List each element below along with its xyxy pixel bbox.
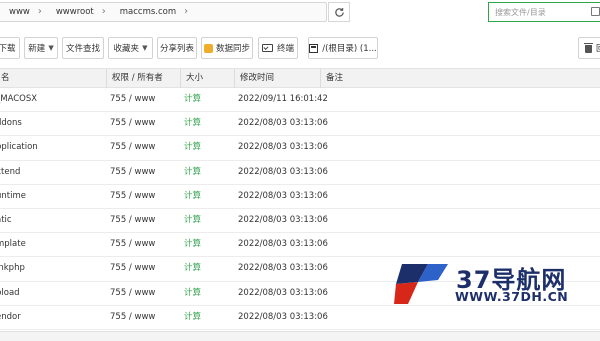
file-perm[interactable]: 755 / www	[110, 209, 155, 232]
calc-size-link[interactable]: 计算	[184, 112, 201, 135]
search-icon[interactable]	[591, 7, 600, 16]
terminal-label: 终端	[276, 44, 294, 54]
root-dir-button[interactable]: /(根目录) (1...	[308, 37, 378, 59]
file-search-label: 文件查找	[65, 44, 100, 54]
new-button[interactable]: 新建 ▼	[24, 37, 58, 59]
file-mtime: 2022/08/03 03:13:06	[238, 142, 328, 153]
chevron-right-icon: ›	[37, 6, 42, 17]
breadcrumb-item-www[interactable]: www ›	[9, 6, 42, 18]
favorites-button[interactable]: 收藏夹 ▼	[108, 37, 153, 59]
header-mtime[interactable]: 修改时间	[234, 69, 320, 88]
refresh-button[interactable]	[328, 2, 350, 22]
sync-icon	[203, 43, 213, 53]
refresh-icon	[334, 7, 344, 17]
table-row[interactable]: ddons 755 / www 计算 2022/08/03 03:13:06	[0, 112, 600, 137]
file-perm[interactable]: 755 / www	[110, 257, 155, 280]
file-search-button[interactable]: 文件查找	[62, 37, 104, 59]
root-dir-label: /(根目录) (1...	[322, 44, 377, 54]
chevron-down-icon: ▼	[142, 44, 148, 52]
calc-size-link[interactable]: 计算	[184, 88, 201, 111]
file-name[interactable]: atic	[0, 209, 12, 232]
breadcrumb-label[interactable]: www	[9, 7, 30, 17]
table-row[interactable]: atic 755 / www 计算 2022/08/03 03:13:06	[0, 208, 600, 234]
file-perm[interactable]: 755 / www	[110, 88, 155, 111]
breadcrumb-item-wwwroot[interactable]: wwwroot ›	[56, 6, 106, 18]
watermark: 37导航网 WWW.37DH.CN	[392, 262, 600, 308]
search-box	[488, 2, 600, 22]
table-row[interactable]: _MACOSX 755 / www 计算 2022/09/11 16:01:42	[0, 88, 600, 113]
calc-size-link[interactable]: 计算	[184, 306, 201, 329]
header-perm[interactable]: 权限 / 所有者	[106, 69, 180, 88]
watermark-logo	[394, 264, 448, 304]
file-perm[interactable]: 755 / www	[110, 112, 155, 135]
file-perm[interactable]: 755 / www	[110, 136, 155, 159]
file-name[interactable]: _MACOSX	[0, 88, 37, 111]
share-list-button[interactable]: 分享列表	[157, 37, 197, 59]
header-note: 备注	[320, 69, 600, 88]
file-mtime: 2022/08/03 03:13:06	[238, 190, 328, 201]
calc-size-link[interactable]: 计算	[184, 185, 201, 208]
download-label: 下载	[0, 44, 16, 54]
file-mtime: 2022/08/03 03:13:06	[238, 311, 328, 322]
file-mtime: 2022/09/11 16:01:42	[238, 94, 328, 104]
favorites-label: 收藏夹	[113, 44, 140, 54]
recycle-label: 回	[596, 42, 600, 54]
address-bar-area: www › wwwroot › maccms.com ›	[0, 0, 600, 30]
file-mtime: 2022/08/03 03:13:06	[238, 239, 328, 250]
file-name[interactable]: xtend	[0, 161, 20, 184]
table-row[interactable]: pplication 755 / www 计算 2022/08/03 03:13…	[0, 136, 600, 161]
file-name[interactable]: ddons	[0, 112, 22, 135]
file-name[interactable]: mplate	[0, 233, 26, 256]
search-input[interactable]	[495, 7, 579, 17]
breadcrumb[interactable]: www › wwwroot › maccms.com ›	[0, 2, 327, 22]
file-name[interactable]: endor	[0, 306, 21, 329]
terminal-button[interactable]: 终端	[258, 37, 298, 59]
calc-size-link[interactable]: 计算	[184, 209, 201, 232]
file-perm[interactable]: 755 / www	[110, 282, 155, 305]
file-perm[interactable]: 755 / www	[110, 233, 155, 256]
file-name[interactable]: untime	[0, 185, 26, 208]
table-row[interactable]: xtend 755 / www 计算 2022/08/03 03:13:06	[0, 160, 600, 185]
file-name[interactable]: pload	[0, 282, 20, 305]
disk-icon	[309, 43, 319, 53]
sync-label: 数据同步	[215, 44, 250, 54]
file-mtime: 2022/08/03 03:13:06	[238, 166, 328, 177]
trash-icon	[584, 43, 593, 53]
header-name[interactable]: 名	[0, 69, 106, 88]
file-perm[interactable]: 755 / www	[110, 161, 155, 184]
calc-size-link[interactable]: 计算	[184, 282, 201, 305]
recycle-bin-button[interactable]: 回	[578, 37, 600, 59]
calc-size-link[interactable]: 计算	[184, 136, 201, 159]
share-list-label: 分享列表	[159, 44, 194, 54]
chevron-down-icon: ▼	[48, 44, 54, 52]
chevron-right-icon: ›	[101, 6, 106, 17]
file-mtime: 2022/08/03 03:13:06	[238, 118, 328, 129]
calc-size-link[interactable]: 计算	[184, 161, 201, 184]
file-mtime: 2022/08/03 03:13:06	[238, 287, 328, 298]
file-perm[interactable]: 755 / www	[110, 306, 155, 329]
terminal-icon	[261, 44, 273, 52]
breadcrumb-label[interactable]: wwwroot	[56, 7, 94, 17]
file-mtime: 2022/08/03 03:13:06	[238, 263, 328, 274]
toolbar: 下载 新建 ▼ 文件查找 收藏夹 ▼ 分享列表 数据同步 终端 /(根目录) (…	[0, 37, 600, 61]
table-row[interactable]: untime 755 / www 计算 2022/08/03 03:13:06	[0, 184, 600, 209]
file-name[interactable]: pplication	[0, 136, 38, 159]
calc-size-link[interactable]: 计算	[184, 257, 201, 280]
new-label: 新建	[28, 44, 46, 54]
calc-size-link[interactable]: 计算	[184, 233, 201, 256]
download-button[interactable]: 下载	[0, 37, 20, 59]
table-row[interactable]: endor 755 / www 计算 2022/08/03 03:13:06	[0, 305, 600, 330]
table-header: 名 权限 / 所有者 大小 修改时间 备注	[0, 68, 600, 88]
table-row[interactable]: mplate 755 / www 计算 2022/08/03 03:13:06	[0, 233, 600, 258]
header-size[interactable]: 大小	[180, 69, 234, 88]
chevron-right-icon: ›	[184, 6, 189, 17]
watermark-url: WWW.37DH.CN	[455, 289, 569, 304]
file-name[interactable]: inkphp	[0, 257, 25, 280]
data-sync-button[interactable]: 数据同步	[201, 37, 253, 59]
breadcrumb-label[interactable]: maccms.com	[120, 7, 176, 17]
file-perm[interactable]: 755 / www	[110, 185, 155, 208]
breadcrumb-item-maccms[interactable]: maccms.com ›	[120, 6, 189, 18]
file-mtime: 2022/08/03 03:13:06	[238, 214, 328, 225]
